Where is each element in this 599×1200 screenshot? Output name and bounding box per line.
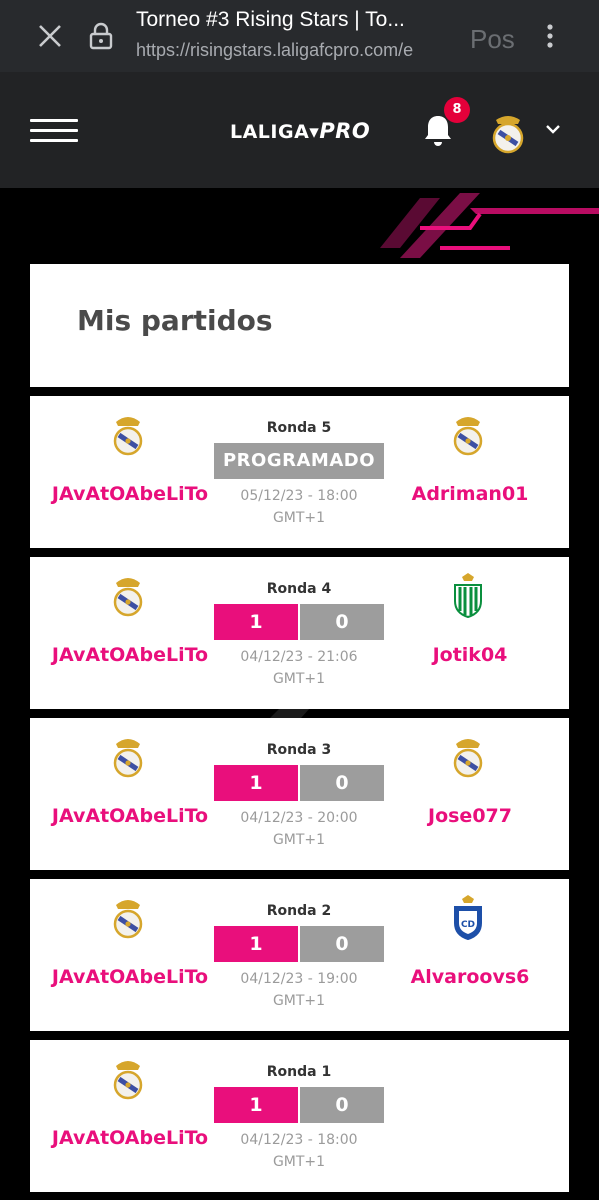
match-timezone: GMT+1 <box>272 1154 326 1170</box>
home-score: 1 <box>214 926 298 962</box>
real-madrid-crest-icon <box>113 900 143 939</box>
notification-count-badge: 8 <box>444 97 470 123</box>
status-badge: PROGRAMADO <box>214 443 384 479</box>
match-datetime: 04/12/23 - 18:00 <box>240 1132 358 1148</box>
match-timezone: GMT+1 <box>272 832 326 848</box>
match-card[interactable]: Ronda 1 1 0 04/12/23 - 18:00 GMT+1 JAvAt… <box>30 1040 569 1192</box>
home-score: 1 <box>214 765 298 801</box>
match-timezone: GMT+1 <box>272 510 326 526</box>
home-player-name[interactable]: JAvAtOAbeLiTo <box>30 644 230 666</box>
page-tab-title: Torneo #3 Rising Stars | To... <box>136 8 405 31</box>
home-player-name[interactable]: JAvAtOAbeLiTo <box>30 966 230 988</box>
away-score: 0 <box>300 765 384 801</box>
match-datetime: 04/12/23 - 20:00 <box>240 810 358 826</box>
page-title: Mis partidos <box>77 304 273 337</box>
page-title-card: Mis partidos <box>30 264 569 387</box>
browser-toolbar: Torneo #3 Rising Stars | To... https://r… <box>0 0 599 72</box>
more-options-icon[interactable] <box>540 20 560 52</box>
tenerife-crest-icon: CD <box>454 895 482 941</box>
match-card[interactable]: Ronda 2 1 0 04/12/23 - 19:00 GMT+1 CD JA… <box>30 879 569 1031</box>
away-player-name[interactable]: Adriman01 <box>370 483 570 505</box>
home-player-name[interactable]: JAvAtOAbeLiTo <box>30 483 230 505</box>
away-player-name[interactable]: Jose077 <box>370 805 570 827</box>
round-label: Ronda 4 <box>266 581 332 597</box>
real-madrid-crest-icon <box>453 739 483 778</box>
real-madrid-crest-icon <box>113 739 143 778</box>
match-card[interactable]: Ronda 5 PROGRAMADO 05/12/23 - 18:00 GMT+… <box>30 396 569 548</box>
away-score: 0 <box>300 926 384 962</box>
logo-pro-text: PRO <box>319 119 371 143</box>
laliga-pro-logo[interactable]: LALIGA▾PRO <box>230 119 370 143</box>
round-label: Ronda 2 <box>266 903 332 919</box>
away-score: 0 <box>300 1087 384 1123</box>
address-bar-url[interactable]: https://risingstars.laligafcpro.com/e <box>136 40 456 61</box>
away-score: 0 <box>300 604 384 640</box>
home-player-name[interactable]: JAvAtOAbeLiTo <box>30 805 230 827</box>
logo-main-text: LALIGA <box>230 121 310 143</box>
away-player-name[interactable]: Jotik04 <box>370 644 570 666</box>
match-timezone: GMT+1 <box>272 993 326 1009</box>
round-label: Ronda 3 <box>266 742 332 758</box>
home-player-name[interactable]: JAvAtOAbeLiTo <box>30 1127 230 1149</box>
close-tab-icon[interactable] <box>34 20 66 52</box>
match-timezone: GMT+1 <box>272 671 326 687</box>
away-player-name[interactable]: Alvaroovs6 <box>370 966 570 988</box>
chevron-down-icon[interactable] <box>544 122 562 136</box>
home-score: 1 <box>214 604 298 640</box>
round-label: Ronda 1 <box>266 1064 332 1080</box>
app-header: LALIGA▾PRO 8 <box>0 72 599 188</box>
lock-icon <box>89 22 113 50</box>
match-card[interactable]: Ronda 3 1 0 04/12/23 - 20:00 GMT+1 JAvAt… <box>30 718 569 870</box>
real-madrid-crest-icon <box>113 417 143 456</box>
match-card[interactable]: Ronda 4 1 0 04/12/23 - 21:06 GMT+1 JAvAt… <box>30 557 569 709</box>
real-madrid-crest-icon[interactable] <box>488 110 528 154</box>
real-madrid-crest-icon <box>113 578 143 617</box>
round-label: Ronda 5 <box>266 420 332 436</box>
overflow-text: Pos <box>470 24 515 54</box>
match-datetime: 04/12/23 - 21:06 <box>240 649 358 665</box>
real-betis-crest-icon <box>454 573 482 619</box>
match-datetime: 05/12/23 - 18:00 <box>240 488 358 504</box>
home-score: 1 <box>214 1087 298 1123</box>
real-madrid-crest-icon <box>113 1061 143 1100</box>
match-datetime: 04/12/23 - 19:00 <box>240 971 358 987</box>
real-madrid-crest-icon <box>453 417 483 456</box>
svg-text:CD: CD <box>461 920 475 930</box>
hamburger-menu-icon[interactable] <box>30 119 78 143</box>
